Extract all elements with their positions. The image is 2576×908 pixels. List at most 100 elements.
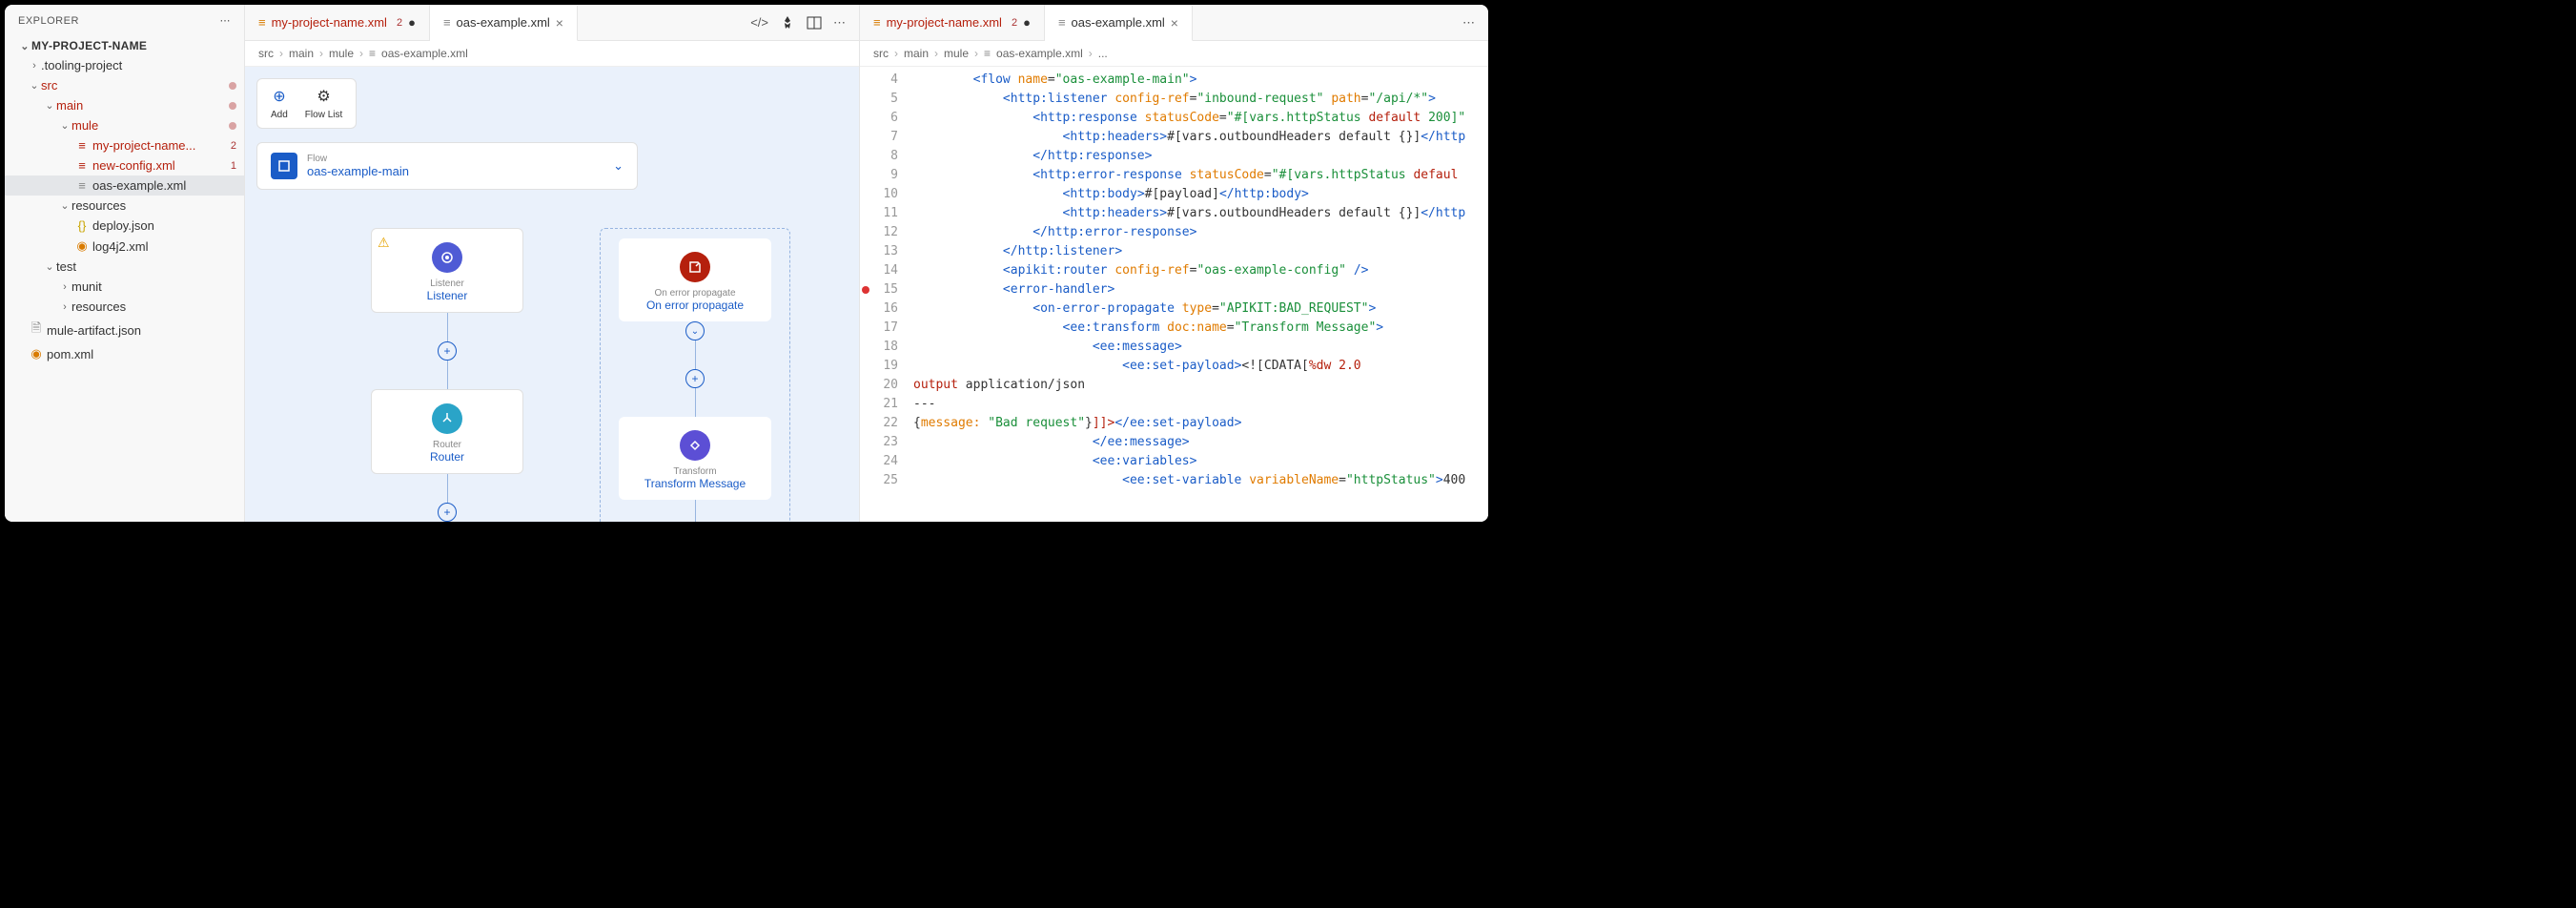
expand-button[interactable]: ⌄ [685, 321, 705, 340]
tree-item-mule-artifact[interactable]: 🗎 mule-artifact.json [5, 317, 244, 343]
chevron-down-icon: ⌄ [58, 199, 72, 212]
tree-item-deploy[interactable]: {} deploy.json [5, 216, 244, 236]
tree-item-main[interactable]: ⌄ main [5, 95, 244, 115]
tree-item-test-resources[interactable]: › resources [5, 297, 244, 317]
tree-item-resources[interactable]: ⌄ resources [5, 196, 244, 216]
more-icon[interactable]: ⋯ [1462, 15, 1475, 31]
error-flow-column: On error propagate On error propagate ⌄ … [600, 228, 790, 522]
chevron-down-icon: ⌄ [28, 79, 41, 92]
xml-file-icon: ≡ [1058, 15, 1066, 30]
connector-line [695, 500, 696, 522]
code-content[interactable]: <flow name="oas-example-main"> <http:lis… [913, 67, 1488, 522]
breakpoint-icon[interactable] [862, 286, 869, 294]
file-tree: ⌄ MY-PROJECT-NAME › .tooling-project ⌄ s… [5, 36, 244, 522]
more-icon[interactable]: ⋯ [833, 15, 846, 31]
close-icon[interactable]: × [556, 15, 563, 31]
flow-type-label: Flow [307, 154, 613, 164]
rocket-icon[interactable] [780, 15, 795, 31]
modified-dot-icon [229, 82, 236, 90]
designer-breadcrumb: src› main› mule› ≡ oas-example.xml [245, 41, 859, 67]
code-view-icon[interactable]: </> [750, 15, 768, 30]
plus-circle-icon: ⊕ [273, 87, 285, 106]
code-breadcrumb: src› main› mule› ≡ oas-example.xml› ... [860, 41, 1488, 67]
add-node-button[interactable]: + [438, 341, 457, 361]
app-root: EXPLORER ⋯ ⌄ MY-PROJECT-NAME › .tooling-… [5, 5, 1488, 522]
router-node[interactable]: Router Router [371, 389, 523, 474]
xml-file-icon: ≡ [369, 47, 376, 60]
tree-item-tooling[interactable]: › .tooling-project [5, 55, 244, 75]
error-propagate-node[interactable]: On error propagate On error propagate [619, 238, 771, 321]
chevron-down-icon: ⌄ [58, 119, 72, 132]
json-file-icon: {} [73, 218, 91, 233]
add-node-button[interactable]: + [438, 503, 457, 522]
flow-list-button[interactable]: ⚙ Flow List [305, 87, 342, 120]
add-node-button[interactable]: + [685, 369, 705, 388]
connector-line [695, 340, 696, 369]
tab-oas-example[interactable]: ≡ oas-example.xml × [430, 6, 578, 41]
tree-item-log4j[interactable]: ◉ log4j2.xml [5, 236, 244, 257]
listener-node[interactable]: ⚠ Listener Listener [371, 228, 523, 313]
error-icon [680, 252, 710, 282]
close-icon[interactable]: × [1171, 15, 1178, 31]
tree-item-file1[interactable]: ≡ my-project-name... 2 [5, 135, 244, 155]
connector-line [447, 474, 448, 503]
rss-file-icon: ◉ [73, 238, 91, 254]
breadcrumb-more[interactable]: ... [1098, 47, 1108, 60]
explorer-sidebar: EXPLORER ⋯ ⌄ MY-PROJECT-NAME › .tooling-… [5, 5, 245, 522]
breadcrumb-item[interactable]: oas-example.xml [996, 47, 1083, 60]
breadcrumb-item[interactable]: mule [944, 47, 969, 60]
router-icon [432, 403, 462, 434]
transform-node[interactable]: Transform Transform Message [619, 417, 771, 500]
add-button[interactable]: ⊕ Add [271, 87, 288, 120]
line-gutter: 45678910111213141516171819202122232425 [860, 67, 913, 522]
split-view-icon[interactable] [807, 15, 822, 31]
explorer-header: EXPLORER ⋯ [5, 5, 244, 36]
file-icon: 🗎 [28, 320, 45, 340]
chevron-right-icon: › [28, 60, 41, 72]
xml-file-icon: ≡ [443, 15, 451, 30]
chevron-down-icon: ⌄ [43, 99, 56, 112]
xml-file-icon: ≡ [73, 158, 91, 173]
xml-file-icon: ≡ [984, 47, 991, 60]
tab-modified-dot: ● [408, 15, 416, 30]
xml-file-icon: ≡ [73, 178, 91, 193]
tab-oas-example[interactable]: ≡ oas-example.xml × [1045, 6, 1193, 41]
tab-my-project[interactable]: ≡ my-project-name.xml 2 ● [860, 5, 1045, 40]
xml-file-icon: ≡ [73, 138, 91, 153]
xml-file-icon: ≡ [258, 15, 266, 30]
tree-item-pom[interactable]: ◉ pom.xml [5, 343, 244, 364]
chevron-right-icon: › [58, 301, 72, 313]
main-flow-column: ⚠ Listener Listener + Router [352, 228, 542, 522]
code-editor[interactable]: 45678910111213141516171819202122232425 <… [860, 67, 1488, 522]
breadcrumb-item[interactable]: src [873, 47, 889, 60]
flow-header[interactable]: Flow oas-example-main ⌄ [256, 142, 638, 190]
tab-modified-dot: ● [1023, 15, 1031, 30]
tree-item-file2[interactable]: ≡ new-config.xml 1 [5, 155, 244, 175]
explorer-more-icon[interactable]: ⋯ [220, 14, 232, 27]
tab-my-project[interactable]: ≡ my-project-name.xml 2 ● [245, 5, 430, 40]
flow-canvas[interactable]: ⊕ Add ⚙ Flow List Flow oas-example-main … [245, 67, 859, 522]
breadcrumb-item[interactable]: main [289, 47, 314, 60]
chevron-down-icon[interactable]: ⌄ [613, 158, 624, 174]
breadcrumb-item[interactable]: oas-example.xml [381, 47, 468, 60]
tree-item-file3[interactable]: ≡ oas-example.xml [5, 175, 244, 196]
tree-item-test[interactable]: ⌄ test [5, 257, 244, 277]
code-panel: ≡ my-project-name.xml 2 ● ≡ oas-example.… [860, 5, 1488, 522]
connector-line [695, 388, 696, 417]
breadcrumb-item[interactable]: mule [329, 47, 354, 60]
tabbar-actions: ⋯ [1449, 15, 1488, 31]
tabbar-actions: </> ⋯ [737, 15, 859, 31]
xml-file-icon: ≡ [873, 15, 881, 30]
tree-root[interactable]: ⌄ MY-PROJECT-NAME [5, 36, 244, 55]
transform-icon [680, 430, 710, 461]
tree-item-src[interactable]: ⌄ src [5, 75, 244, 95]
connector-line [447, 313, 448, 341]
flow-columns: ⚠ Listener Listener + Router [256, 228, 848, 522]
canvas-toolbar: ⊕ Add ⚙ Flow List [256, 78, 357, 129]
designer-tabbar: ≡ my-project-name.xml 2 ● ≡ oas-example.… [245, 5, 859, 41]
tree-item-mule[interactable]: ⌄ mule [5, 115, 244, 135]
breadcrumb-item[interactable]: src [258, 47, 274, 60]
tree-item-munit[interactable]: › munit [5, 277, 244, 297]
breadcrumb-item[interactable]: main [904, 47, 929, 60]
listener-icon [432, 242, 462, 273]
